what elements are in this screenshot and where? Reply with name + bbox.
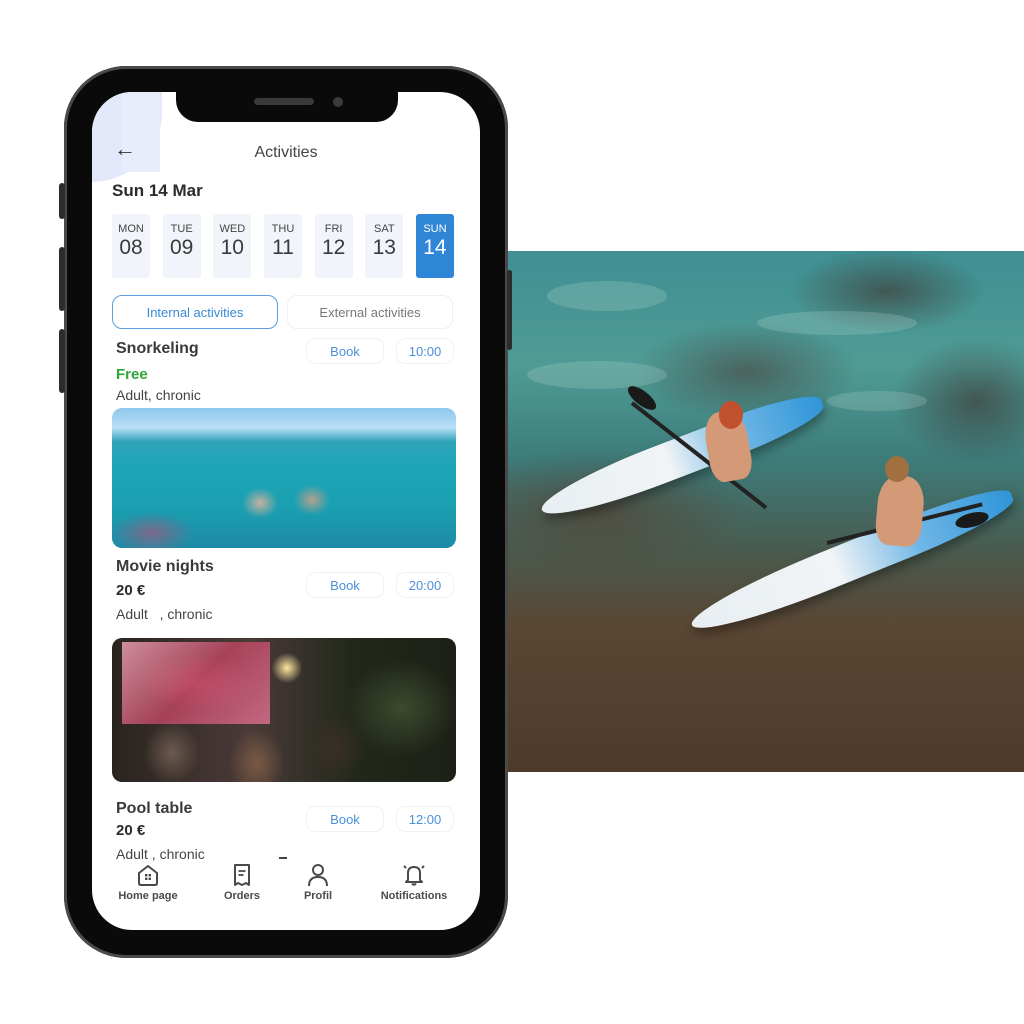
day-date: 08 xyxy=(119,236,143,259)
day-date: 14 xyxy=(423,236,447,259)
receipt-icon xyxy=(234,864,250,886)
day-mon[interactable]: MON 08 xyxy=(112,214,150,278)
book-button[interactable]: Book xyxy=(306,806,384,832)
app-screen: ← Activities Sun 14 Mar MON 08 TUE 09 WED 1… xyxy=(92,92,480,930)
day-thu[interactable]: THU 11 xyxy=(263,214,302,278)
volume-up-button xyxy=(59,247,65,311)
phone-speaker xyxy=(254,98,314,105)
home-icon xyxy=(138,865,158,886)
day-date: 11 xyxy=(272,236,294,259)
book-button[interactable]: Book xyxy=(306,572,384,598)
activity-price: 20 € xyxy=(116,582,146,599)
phone-camera xyxy=(333,97,343,107)
day-tue[interactable]: TUE 09 xyxy=(162,214,201,278)
day-name: SAT xyxy=(373,223,395,235)
day-name: FRI xyxy=(324,223,343,235)
tab-internal-activities[interactable]: Internal activities xyxy=(112,295,278,329)
power-button xyxy=(507,270,512,350)
bottom-navigation: Home page Orders Profil Notifications xyxy=(92,862,480,922)
page-title: Activities xyxy=(254,144,318,161)
day-wed[interactable]: WED 10 xyxy=(213,214,252,278)
activity-price: 20 € xyxy=(116,822,146,839)
kayak xyxy=(535,384,829,528)
nav-label: Notifications xyxy=(380,890,448,902)
kayak xyxy=(684,478,1019,643)
nav-label: Home page xyxy=(118,890,178,902)
day-date: 10 xyxy=(220,236,244,259)
movie-night-photo xyxy=(112,638,456,782)
day-fri[interactable]: FRI 12 xyxy=(314,214,353,278)
activity-audience: Adult , chronic xyxy=(116,606,213,622)
selected-date-heading: Sun 14 Mar xyxy=(112,181,203,200)
tab-external-activities[interactable]: External activities xyxy=(287,295,453,329)
activity-audience: Adult, chronic xyxy=(116,387,201,403)
time-slot-button[interactable]: 20:00 xyxy=(396,572,454,598)
day-date: 13 xyxy=(372,236,396,259)
nav-notifications[interactable]: Notifications xyxy=(374,862,454,902)
day-selector: MON 08 TUE 09 WED 10 THU 11 FRI 12 SAT 13 SUN 1… xyxy=(112,214,454,278)
kayaking-photo xyxy=(507,251,1024,772)
activity-price: Free xyxy=(116,366,148,383)
day-name: TUE xyxy=(170,223,193,235)
mute-switch xyxy=(59,183,65,219)
time-slot-button[interactable]: 10:00 xyxy=(396,338,454,364)
day-name: MON xyxy=(118,223,144,235)
day-sat[interactable]: SAT 13 xyxy=(365,214,404,278)
activity-name: Pool table xyxy=(116,800,193,817)
day-date: 12 xyxy=(321,236,346,259)
snorkeling-photo xyxy=(112,408,456,548)
volume-down-button xyxy=(59,329,65,393)
day-name: THU xyxy=(271,223,295,235)
person xyxy=(874,474,926,548)
nav-profil[interactable]: Profil xyxy=(298,862,338,902)
activity-name: Movie nights xyxy=(116,558,214,575)
day-date: 09 xyxy=(169,236,194,259)
user-icon xyxy=(308,864,328,887)
bell-icon xyxy=(403,865,425,886)
nav-orders[interactable]: Orders xyxy=(216,862,268,902)
nav-home-page[interactable]: Home page xyxy=(112,862,184,902)
nav-label: Orders xyxy=(223,890,261,902)
activity-audience: Adult , chronic xyxy=(116,846,205,862)
day-name: WED xyxy=(219,223,246,235)
time-slot-button[interactable]: 12:00 xyxy=(396,806,454,832)
nav-label: Profil xyxy=(303,890,333,902)
book-button[interactable]: Book xyxy=(306,338,384,364)
day-sun-selected[interactable]: SUN 14 xyxy=(415,214,454,278)
day-name: SUN xyxy=(423,223,447,235)
scroll-indicator xyxy=(279,857,287,859)
activity-name: Snorkeling xyxy=(116,340,199,357)
